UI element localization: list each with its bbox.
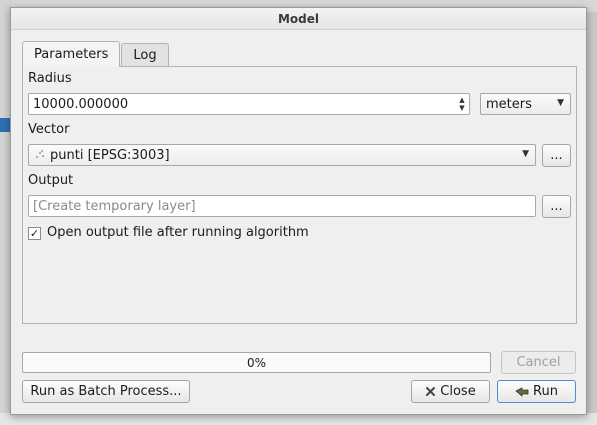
progress-text: 0% [246,355,267,370]
chevron-down-icon: ▼ [522,149,529,159]
output-browse-button[interactable]: ... [542,195,571,218]
batch-process-button[interactable]: Run as Batch Process... [22,380,190,403]
run-button[interactable]: Run [497,380,576,403]
radius-value: 10000.000000 [33,96,129,112]
vector-label: Vector [28,122,70,137]
progress-bar: 0% [22,352,491,373]
dialog-title: Model [277,11,320,26]
open-output-label[interactable]: Open output file after running algorithm [47,225,309,240]
vector-value: punti [EPSG:3003] [50,147,170,163]
spin-down-icon[interactable]: ▼ [459,104,464,112]
model-dialog: Model Parameters Log Radius 10000.000000… [10,7,587,415]
vector-browse-button[interactable]: ... [542,144,571,167]
tab-log[interactable]: Log [121,43,169,67]
unit-select[interactable]: meters ▼ [480,93,571,115]
parameters-panel: Radius 10000.000000 ▲ ▼ meters ▼ Vector [22,66,577,324]
close-icon [425,386,436,397]
radius-input[interactable]: 10000.000000 ▲ ▼ [28,93,470,115]
radius-spinbox[interactable]: ▲ ▼ [455,94,469,114]
tab-parameters[interactable]: Parameters [22,41,121,67]
output-label: Output [28,173,74,188]
chevron-down-icon: ▼ [557,98,564,108]
unit-value: meters [486,96,532,112]
batch-process-label: Run as Batch Process... [30,384,182,399]
open-output-checkbox[interactable]: ✓ [28,227,41,240]
close-label: Close [440,384,476,399]
cancel-label: Cancel [516,355,561,370]
cancel-button[interactable]: Cancel [501,351,576,374]
tab-bar: Parameters Log [22,41,170,67]
output-placeholder: [Create temporary layer] [33,198,196,214]
check-mark: ✓ [29,227,40,240]
dialog-titlebar[interactable]: Model [11,8,586,30]
radius-label: Radius [28,71,72,86]
tab-parameters-label: Parameters [34,47,109,62]
output-browse-label: ... [550,199,563,214]
background-layer-label [0,118,10,132]
run-label: Run [533,384,558,399]
close-button[interactable]: Close [411,380,490,403]
tab-log-label: Log [133,48,157,63]
vector-browse-label: ... [550,148,563,163]
output-input[interactable]: [Create temporary layer] [28,195,536,217]
point-layer-icon [34,149,46,161]
vector-select[interactable]: punti [EPSG:3003] ▼ [28,144,536,166]
spin-up-icon[interactable]: ▲ [459,96,464,104]
run-icon [515,386,529,398]
